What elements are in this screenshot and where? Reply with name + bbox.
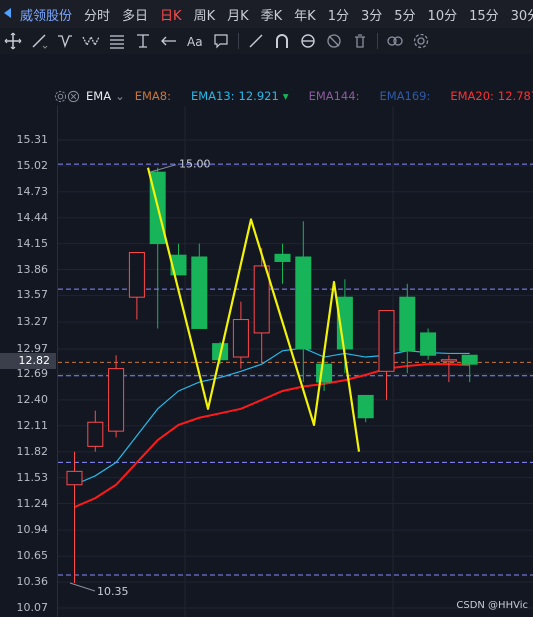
candle-body xyxy=(420,332,437,356)
low-annotation: 10.35 xyxy=(97,585,129,598)
axis-tick-label: 12.11 xyxy=(16,418,49,432)
watermark: CSDN @HHVic xyxy=(456,600,528,611)
candle-body xyxy=(316,363,333,383)
candle-body xyxy=(108,368,125,432)
zigzag-drawing xyxy=(146,167,361,452)
candlestick-chart[interactable]: 15.00 10.35 xyxy=(0,0,533,617)
candle-body xyxy=(274,253,291,262)
axis-tick-label: 14.73 xyxy=(16,184,49,198)
candle-body xyxy=(399,296,416,352)
axis-tick-label: 10.36 xyxy=(16,575,49,589)
axis-tick-label: 10.94 xyxy=(16,523,49,537)
axis-tick-label: 11.82 xyxy=(16,444,49,458)
axis-tick-label: 12.40 xyxy=(16,392,49,406)
low-annotation-leader xyxy=(69,582,96,592)
candle-body xyxy=(66,470,83,486)
candle-body xyxy=(461,354,478,365)
candle-body xyxy=(87,421,104,447)
axis-tick-label: 14.15 xyxy=(16,236,49,250)
high-annotation: 15.00 xyxy=(179,158,211,171)
candle-body xyxy=(357,394,374,419)
candle-body xyxy=(253,265,270,334)
ema20-line xyxy=(74,363,470,508)
candle-body xyxy=(191,256,208,329)
ema13-line xyxy=(74,347,470,486)
candle-body xyxy=(378,310,395,372)
candle-body xyxy=(128,252,145,298)
axis-tick-label: 13.57 xyxy=(16,288,49,302)
axis-border xyxy=(57,106,58,617)
axis-tick-label: 10.07 xyxy=(16,601,49,614)
candle-body xyxy=(295,256,312,350)
axis-tick-label: 10.65 xyxy=(16,549,49,563)
current-price-tag: 12.82 xyxy=(0,353,56,369)
axis-tick-label: 15.31 xyxy=(16,133,49,146)
axis-tick-label: 15.02 xyxy=(16,158,49,172)
axis-tick-label: 13.27 xyxy=(16,315,49,329)
axis-tick-label: 13.86 xyxy=(16,262,49,276)
candle-body xyxy=(440,359,457,362)
axis-tick-label: 11.24 xyxy=(16,496,49,510)
axis-tick-label: 11.53 xyxy=(16,470,49,484)
candle-body xyxy=(232,319,249,358)
axis-tick-label: 14.44 xyxy=(16,210,49,224)
